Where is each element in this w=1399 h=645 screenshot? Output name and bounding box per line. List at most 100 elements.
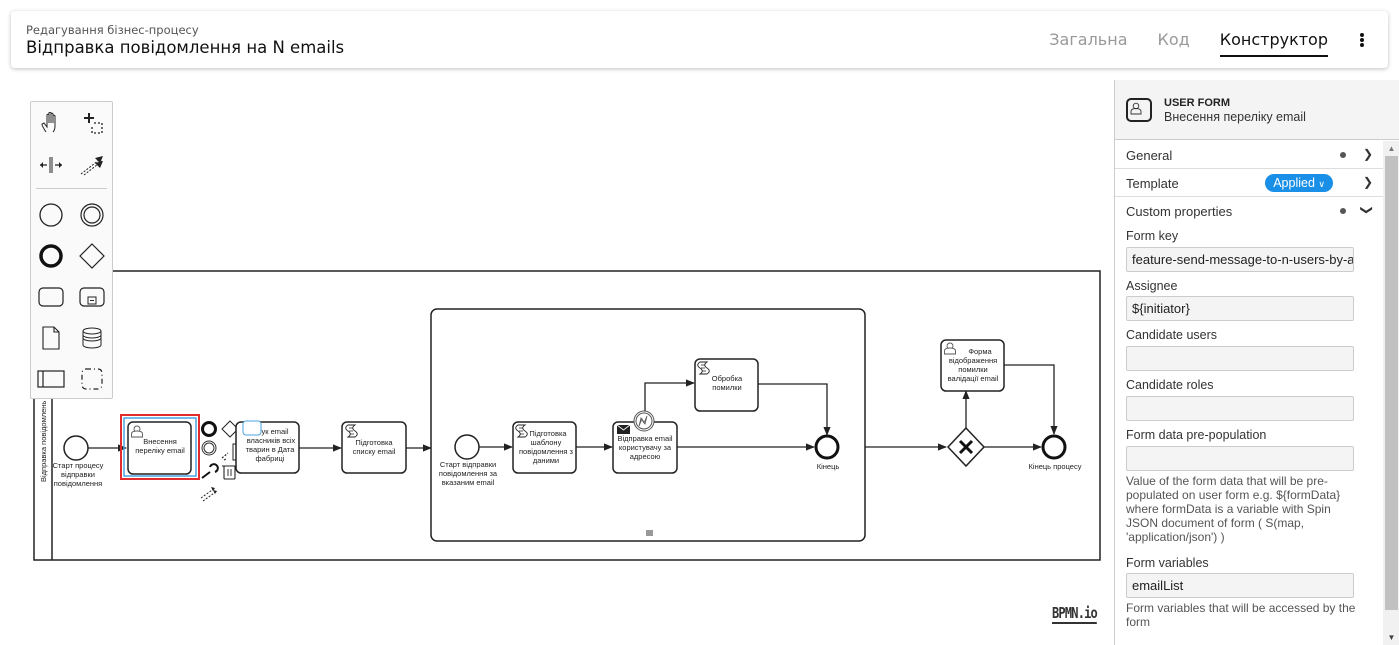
participant-icon bbox=[37, 370, 65, 388]
exclusive-gateway[interactable] bbox=[946, 426, 986, 468]
hand-tool-button[interactable] bbox=[36, 108, 66, 138]
create-intermediate-event-button[interactable] bbox=[77, 200, 107, 230]
sub-start-event[interactable]: Старт відправки повідомлення за вказаним e… bbox=[439, 434, 498, 487]
template-applied-badge[interactable]: Applied ∨ bbox=[1265, 174, 1333, 192]
tab-general[interactable]: Загальна bbox=[1049, 24, 1127, 55]
properties-panel: USER FORM Внесення переліку email Genera… bbox=[1114, 80, 1399, 645]
panel-header: USER FORM Внесення переліку email bbox=[1115, 80, 1399, 140]
create-data-store-button[interactable] bbox=[77, 323, 107, 353]
global-connect-tool-button[interactable] bbox=[77, 150, 107, 180]
start-event-icon bbox=[39, 203, 63, 227]
boundary-error-event[interactable] bbox=[633, 410, 655, 432]
connect-icon bbox=[80, 156, 103, 176]
form-variables-label: Form variables bbox=[1126, 556, 1209, 570]
bpmn-io-watermark[interactable]: BPMN.io bbox=[1052, 604, 1098, 624]
vertical-dots-icon bbox=[1360, 32, 1364, 37]
svg-text:Обробкапомилки: Обробка помилки bbox=[712, 374, 743, 392]
svg-text:Кінець: Кінець bbox=[817, 462, 840, 471]
scrollbar-thumb[interactable] bbox=[1385, 156, 1398, 610]
more-menu-button[interactable] bbox=[1356, 30, 1368, 50]
bpmn-canvas[interactable]: Відправка повідомлень Старт процесу відпр… bbox=[0, 80, 1113, 645]
append-end-event-icon bbox=[201, 421, 217, 437]
candidate-roles-label: Candidate roles bbox=[1126, 378, 1214, 392]
scroll-down-arrow-icon[interactable]: ▼ bbox=[1383, 630, 1399, 645]
sequence-flow[interactable] bbox=[644, 379, 695, 411]
gateway-icon bbox=[79, 243, 105, 269]
end-event-icon bbox=[39, 244, 63, 268]
form-key-input[interactable]: feature-send-message-to-n-users-by-a bbox=[1126, 247, 1354, 272]
chevron-right-icon: ❯ bbox=[1362, 147, 1373, 161]
task-prepare-list[interactable]: Підготовка списку email bbox=[341, 421, 407, 474]
panel-scrollbar[interactable]: ▲ ▼ bbox=[1383, 141, 1399, 645]
create-group-button[interactable] bbox=[77, 364, 107, 394]
connect-arrow-icon bbox=[200, 487, 218, 502]
space-tool-icon bbox=[40, 157, 62, 173]
multi-instance-marker-icon bbox=[646, 530, 653, 536]
form-data-input[interactable] bbox=[1126, 446, 1354, 471]
panel-body: General ❯ Template Applied ∨ ❯ Custom pr… bbox=[1115, 141, 1383, 645]
tab-bar: Загальна Код Конструктор bbox=[1019, 11, 1368, 68]
create-participant-button[interactable] bbox=[36, 364, 66, 394]
create-start-event-button[interactable] bbox=[36, 200, 66, 230]
change-type-wrench-icon bbox=[201, 463, 219, 479]
send-task-envelope-icon bbox=[616, 424, 631, 434]
palette-separator bbox=[36, 188, 107, 189]
start-event[interactable]: Старт процесу відправки повідомлення bbox=[53, 435, 104, 488]
user-task-icon bbox=[1126, 98, 1152, 122]
tab-constructor[interactable]: Конструктор bbox=[1219, 24, 1329, 57]
data-object-icon bbox=[42, 326, 60, 350]
create-data-object-button[interactable] bbox=[36, 323, 66, 353]
candidate-roles-input[interactable] bbox=[1126, 396, 1354, 421]
sub-end-event[interactable]: Кінець bbox=[814, 434, 840, 471]
form-variables-help: Form variables that will be accessed by … bbox=[1126, 601, 1356, 629]
svg-text:Старт відправкиповідомлення за: Старт відправки повідомлення за вказаним e… bbox=[439, 460, 498, 487]
task-input-emails[interactable]: Внесення переліку email bbox=[120, 414, 200, 480]
start-event-label: Старт процесу відправки повідомлення bbox=[53, 461, 104, 488]
append-text-annotation-icon bbox=[221, 452, 229, 461]
svg-text:Кінець процесу: Кінець процесу bbox=[1029, 462, 1082, 471]
page-subtitle: Редагування бізнес-процесу bbox=[26, 23, 199, 37]
scroll-up-arrow-icon[interactable]: ▲ bbox=[1383, 141, 1399, 156]
lasso-tool-button[interactable] bbox=[77, 108, 107, 138]
task-search-emails[interactable]: ук email власників всіх тварин в Дата фабри… bbox=[235, 420, 300, 474]
context-pad[interactable] bbox=[200, 420, 239, 502]
sequence-flow[interactable] bbox=[1004, 364, 1058, 435]
sequence-flow[interactable] bbox=[758, 383, 831, 436]
candidate-users-label: Candidate users bbox=[1126, 328, 1218, 342]
svg-text:Підготовкасписку email: Підготовка списку email bbox=[353, 438, 396, 456]
chevron-down-icon: ∨ bbox=[1318, 179, 1325, 189]
task-error-form[interactable]: Форма відображення помилки валідації email bbox=[940, 339, 1005, 392]
task-icon bbox=[38, 287, 64, 307]
hand-icon bbox=[41, 112, 56, 133]
subprocess-icon bbox=[79, 287, 105, 307]
create-task-button[interactable] bbox=[36, 282, 66, 312]
page-title: Відправка повідомлення на N emails bbox=[26, 38, 345, 57]
chevron-right-icon: ❯ bbox=[1362, 175, 1373, 189]
tab-code[interactable]: Код bbox=[1158, 24, 1190, 55]
assignee-input[interactable]: ${initiator} bbox=[1126, 296, 1354, 321]
assignee-label: Assignee bbox=[1126, 279, 1178, 293]
task-error-handling[interactable]: Обробка помилки bbox=[694, 358, 759, 412]
group-template[interactable]: Template Applied ∨ ❯ bbox=[1115, 169, 1383, 197]
pool-label: Відправка повідомлень bbox=[39, 401, 48, 482]
space-tool-button[interactable] bbox=[36, 150, 66, 180]
group-icon bbox=[81, 368, 103, 390]
bpmn-diagram[interactable]: Відправка повідомлень Старт процесу відпр… bbox=[0, 80, 1113, 645]
create-end-event-button[interactable] bbox=[36, 241, 66, 271]
has-data-indicator bbox=[1340, 152, 1346, 158]
data-store-icon bbox=[82, 327, 102, 349]
task-prepare-template[interactable]: Підготовка шаблону повідомлення з даними bbox=[512, 421, 577, 474]
create-subprocess-button[interactable] bbox=[77, 282, 107, 312]
chevron-down-icon: ❯ bbox=[1359, 204, 1374, 216]
create-gateway-button[interactable] bbox=[77, 241, 107, 271]
page-header: Редагування бізнес-процесу Відправка пов… bbox=[11, 11, 1388, 68]
form-variables-input[interactable]: emailList bbox=[1126, 573, 1354, 598]
group-custom-properties[interactable]: Custom properties ❯ bbox=[1115, 197, 1383, 225]
candidate-users-input[interactable] bbox=[1126, 346, 1354, 371]
group-general[interactable]: General ❯ bbox=[1115, 141, 1383, 169]
has-data-indicator bbox=[1340, 208, 1346, 214]
form-data-help: Value of the form data that will be pre-… bbox=[1126, 474, 1341, 544]
intermediate-event-icon bbox=[80, 203, 104, 227]
end-event[interactable]: Кінець процесу bbox=[1029, 434, 1082, 471]
lasso-icon bbox=[84, 113, 103, 134]
